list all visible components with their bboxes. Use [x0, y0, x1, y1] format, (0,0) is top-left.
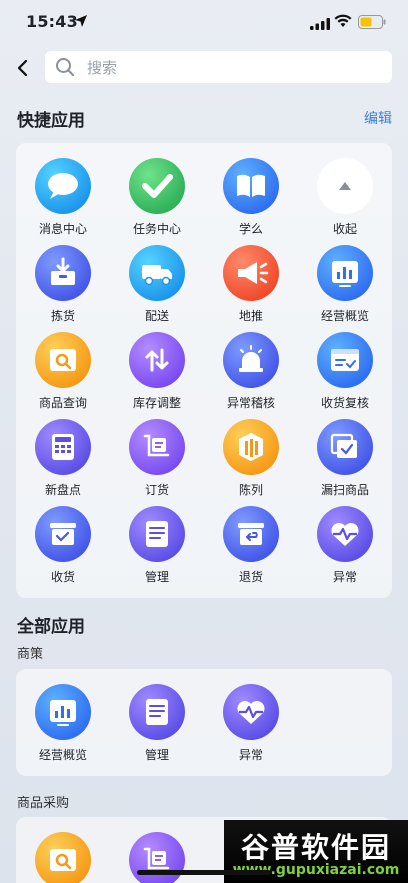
message-icon	[35, 158, 91, 214]
top-bar	[0, 50, 408, 86]
app-label: 拣货	[50, 309, 75, 323]
calculator-icon	[35, 419, 91, 475]
app-label: 消息中心	[38, 222, 87, 236]
app-business-overview[interactable]: 经营概览	[16, 684, 110, 766]
app-label: 新盘点	[44, 483, 81, 497]
app-label: 经营概览	[320, 309, 369, 323]
app-label: 经营概览	[38, 748, 87, 762]
receipt-check-icon	[317, 332, 373, 388]
app-exception[interactable]: 异常	[298, 506, 392, 588]
app-missed-scan[interactable]: 漏扫商品	[298, 419, 392, 501]
all-apps-title: 全部应用	[17, 617, 85, 637]
app-label: 订货	[144, 483, 169, 497]
app-exception[interactable]: 异常	[204, 684, 298, 766]
status-bar: 15:43	[0, 0, 408, 44]
product-search-icon	[35, 332, 91, 388]
location-arrow-icon	[74, 13, 88, 32]
app-product-search[interactable]: 商品查询	[16, 332, 110, 414]
return-icon	[223, 506, 279, 562]
megaphone-icon	[223, 245, 279, 301]
app-label: 异常稽核	[226, 396, 275, 410]
app-exception-audit[interactable]: 异常稽核	[204, 332, 298, 414]
app-label: 漏扫商品	[320, 483, 369, 497]
search-icon	[55, 57, 75, 81]
app-manage[interactable]: 管理	[110, 684, 204, 766]
display-icon	[223, 419, 279, 475]
app-label: 任务中心	[132, 222, 181, 236]
app-label: 陈列	[238, 483, 263, 497]
cellular-signal-icon	[310, 15, 330, 34]
app-delivery[interactable]: 配送	[110, 245, 204, 327]
section-title-shangce: 商策	[17, 647, 44, 662]
app-product-search[interactable]	[16, 832, 110, 883]
app-label: 收货	[50, 570, 75, 584]
truck-icon	[129, 245, 185, 301]
app-label: 收起	[332, 222, 357, 236]
app-task-center[interactable]: 任务中心	[110, 158, 204, 240]
app-promotion[interactable]: 地推	[204, 245, 298, 327]
search-input[interactable]	[85, 51, 379, 85]
stock-adjust-icon	[129, 332, 185, 388]
app-label: 学么	[238, 222, 263, 236]
app-business-overview[interactable]: 经营概览	[298, 245, 392, 327]
cart-icon	[129, 419, 185, 475]
receive-icon	[35, 506, 91, 562]
section-title-purchasing: 商品采购	[17, 796, 70, 811]
watermark-text: 谷普软件园	[240, 831, 391, 864]
app-label: 异常	[238, 748, 263, 762]
book-icon	[223, 158, 279, 214]
app-label: 收货复核	[320, 396, 369, 410]
app-label: 商品查询	[38, 396, 87, 410]
search-bar[interactable]	[45, 51, 392, 85]
battery-icon	[358, 14, 386, 33]
alarm-icon	[223, 332, 279, 388]
app-collapse[interactable]: 收起	[298, 158, 392, 240]
chart-icon	[35, 684, 91, 740]
app-ordering[interactable]	[110, 832, 204, 883]
app-ordering[interactable]: 订货	[110, 419, 204, 501]
app-label: 异常	[332, 570, 357, 584]
app-label: 退货	[238, 570, 263, 584]
collapse-icon	[317, 158, 373, 214]
back-chevron-icon[interactable]	[12, 54, 36, 82]
app-label: 配送	[144, 309, 169, 323]
app-picking[interactable]: 拣货	[16, 245, 110, 327]
check-icon	[129, 158, 185, 214]
pulse-icon	[317, 506, 373, 562]
chart-icon	[317, 245, 373, 301]
document-icon	[129, 684, 185, 740]
app-display[interactable]: 陈列	[204, 419, 298, 501]
wifi-icon	[334, 13, 352, 32]
quick-apps-title: 快捷应用	[17, 111, 85, 131]
app-label: 管理	[144, 570, 169, 584]
app-label: 库存调整	[132, 396, 181, 410]
app-xueme[interactable]: 学么	[204, 158, 298, 240]
product-search-icon	[35, 832, 91, 883]
home-indicator	[137, 870, 271, 875]
quick-apps-card: 消息中心 任务中心 学么 收起 拣货 配送 地推 经营概览 商品查询 库存调整 …	[16, 143, 392, 598]
document-icon	[129, 506, 185, 562]
app-manage[interactable]: 管理	[110, 506, 204, 588]
status-time: 15:43	[26, 12, 78, 31]
app-receive[interactable]: 收货	[16, 506, 110, 588]
app-return[interactable]: 退货	[204, 506, 298, 588]
app-new-inventory[interactable]: 新盘点	[16, 419, 110, 501]
section-card-shangce: 经营概览 管理 异常	[16, 669, 392, 776]
app-stock-adjust[interactable]: 库存调整	[110, 332, 204, 414]
edit-link[interactable]: 编辑	[364, 108, 392, 128]
missed-scan-icon	[317, 419, 373, 475]
pulse-icon	[223, 684, 279, 740]
app-receipt-review[interactable]: 收货复核	[298, 332, 392, 414]
cart-icon	[129, 832, 185, 883]
app-label: 管理	[144, 748, 169, 762]
app-label: 地推	[238, 309, 263, 323]
pick-box-icon	[35, 245, 91, 301]
app-message-center[interactable]: 消息中心	[16, 158, 110, 240]
